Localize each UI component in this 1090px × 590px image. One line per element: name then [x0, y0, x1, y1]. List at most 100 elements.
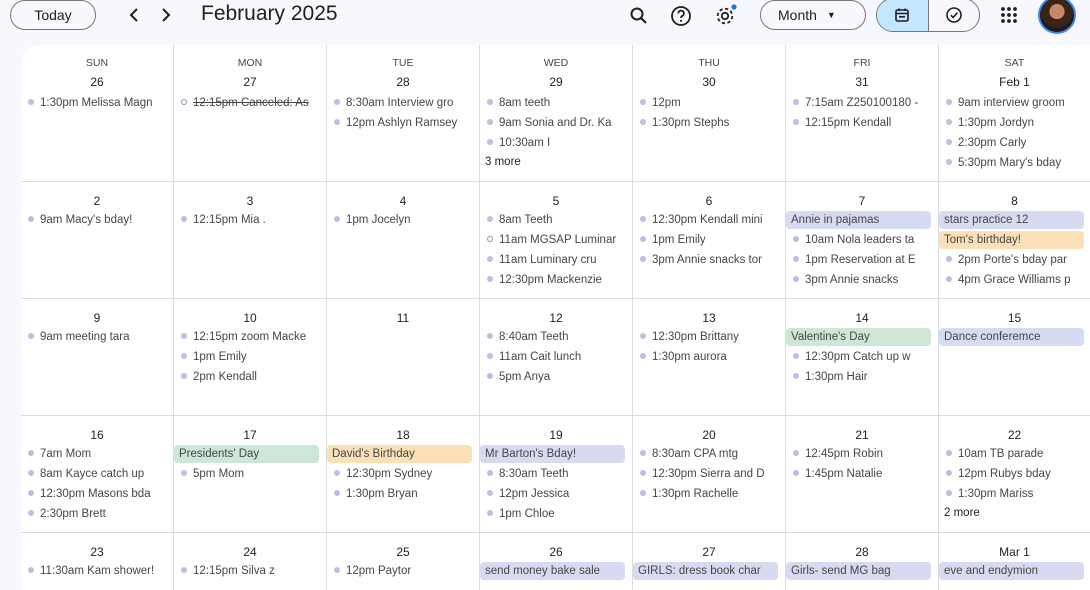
day-cell[interactable]: 6 12:30pm Kendall mini 1pm Emily 3pm Annie …	[633, 182, 786, 298]
day-cell[interactable]: 3 12:15pm Mia .	[174, 182, 327, 298]
day-cell[interactable]: FRI 31 7:15am Z250100180 - 12:15pm Kendall	[786, 45, 939, 181]
event-item[interactable]: 8am Kayce catch up	[26, 465, 169, 483]
day-number[interactable]: 5	[480, 194, 632, 208]
event-item[interactable]: 1pm Chloe	[485, 505, 628, 523]
event-item[interactable]: 9am interview groom	[944, 94, 1087, 112]
day-cell[interactable]: 2 9am Macy's bday!	[21, 182, 174, 298]
day-number[interactable]: 31	[786, 75, 938, 89]
all-day-event-chip[interactable]: Girls- send MG bag	[786, 562, 931, 580]
event-item[interactable]: 2:30pm Carly	[944, 134, 1087, 152]
more-events-link[interactable]: 2 more	[944, 507, 980, 519]
event-item[interactable]: 11am Luminary cru	[485, 251, 628, 269]
day-number[interactable]: 23	[21, 545, 173, 559]
day-number[interactable]: Mar 1	[939, 545, 1090, 559]
event-item[interactable]: 12pm Jessica	[485, 485, 628, 503]
event-item[interactable]: 12pm Rubys bday	[944, 465, 1087, 483]
event-item[interactable]: 2pm Porte's bday par	[944, 251, 1087, 269]
day-cell[interactable]: 25 12pm Paytor	[327, 533, 480, 590]
day-number[interactable]: 2	[21, 194, 173, 208]
tasks-icon[interactable]	[927, 0, 980, 31]
day-cell[interactable]: MON 27 12:15pm Canceled: As	[174, 45, 327, 181]
event-item[interactable]: 5pm Anya	[485, 368, 628, 386]
day-number[interactable]: 28	[786, 545, 938, 559]
day-cell[interactable]: SAT Feb 1 9am interview groom 1:30pm Jordyn…	[939, 45, 1090, 181]
event-item[interactable]: 12:30pm Kendall mini	[638, 211, 781, 229]
day-number[interactable]: 28	[327, 75, 479, 89]
event-item[interactable]: 8:40am Teeth	[485, 328, 628, 346]
event-item[interactable]: 1:30pm Melissa Magn	[26, 94, 169, 112]
event-item[interactable]: 5pm Mom	[179, 465, 322, 483]
day-number[interactable]: 13	[633, 311, 785, 325]
event-item[interactable]: 8am teeth	[485, 94, 628, 112]
event-item[interactable]: 5:30pm Mary's bday	[944, 154, 1087, 172]
day-number[interactable]: 27	[633, 545, 785, 559]
day-cell[interactable]: 22 10am TB parade 12pm Rubys bday 1:30pm Ma…	[939, 416, 1090, 532]
day-cell[interactable]: 20 8:30am CPA mtg 12:30pm Sierra and D 1:30…	[633, 416, 786, 532]
event-item[interactable]: 1pm Emily	[179, 348, 322, 366]
day-cell[interactable]: THU 30 12pm 1:30pm Stephs	[633, 45, 786, 181]
all-day-event-chip[interactable]: stars practice 12	[939, 211, 1084, 229]
all-day-event-chip[interactable]: Dance conferemce	[939, 328, 1084, 346]
settings-icon[interactable]	[712, 3, 738, 29]
search-icon[interactable]	[626, 3, 652, 29]
day-cell[interactable]: SUN 26 1:30pm Melissa Magn	[21, 45, 174, 181]
day-cell[interactable]: 27 GIRLS: dress book char	[633, 533, 786, 590]
day-number[interactable]: 19	[480, 428, 632, 442]
day-number[interactable]: 10	[174, 311, 326, 325]
day-cell[interactable]: 16 7am Mom 8am Kayce catch up 12:30pm Mason…	[21, 416, 174, 532]
day-cell[interactable]: 26 send money bake sale	[480, 533, 633, 590]
chevron-right-icon[interactable]	[154, 2, 178, 28]
event-item[interactable]: 1:30pm aurora	[638, 348, 781, 366]
today-button[interactable]: Today	[10, 0, 96, 30]
event-item[interactable]: 1:45pm Natalie	[791, 465, 934, 483]
calendar-view-icon[interactable]	[877, 0, 928, 31]
event-item[interactable]: 1pm Emily	[638, 231, 781, 249]
day-cell[interactable]: WED 29 8am teeth 9am Sonia and Dr. Ka 10:30a…	[480, 45, 633, 181]
event-item[interactable]: 12pm Paytor	[332, 562, 475, 580]
event-item[interactable]: 8:30am Interview gro	[332, 94, 475, 112]
event-item[interactable]: 3pm Annie snacks tor	[638, 251, 781, 269]
event-item[interactable]: 9am meeting tara	[26, 328, 169, 346]
day-number[interactable]: 8	[939, 194, 1090, 208]
event-item[interactable]: 1pm Reservation at E	[791, 251, 934, 269]
day-number[interactable]: 14	[786, 311, 938, 325]
event-item[interactable]: 8:30am Teeth	[485, 465, 628, 483]
all-day-event-chip[interactable]: eve and endymion	[939, 562, 1084, 580]
event-item[interactable]: 1:30pm Rachelle	[638, 485, 781, 503]
day-cell[interactable]: 18 David's Birthday 12:30pm Sydney 1:30pm B…	[327, 416, 480, 532]
day-cell[interactable]: 21 12:45pm Robin 1:45pm Natalie	[786, 416, 939, 532]
event-item[interactable]: 11am Cait lunch	[485, 348, 628, 366]
event-item[interactable]: 12:30pm Brittany	[638, 328, 781, 346]
event-item[interactable]: 12:30pm Catch up w	[791, 348, 934, 366]
day-number[interactable]: 22	[939, 428, 1090, 442]
more-events-link[interactable]: 3 more	[485, 156, 521, 168]
day-number[interactable]: 29	[480, 75, 632, 89]
event-item[interactable]: 9am Sonia and Dr. Ka	[485, 114, 628, 132]
event-item[interactable]: 8:30am CPA mtg	[638, 445, 781, 463]
event-item[interactable]: 12:15pm zoom Macke	[179, 328, 322, 346]
event-item[interactable]: 12pm	[638, 94, 781, 112]
event-item[interactable]: 1:30pm Jordyn	[944, 114, 1087, 132]
event-item[interactable]: 7:15am Z250100180 -	[791, 94, 934, 112]
day-cell[interactable]: Mar 1 eve and endymion	[939, 533, 1090, 590]
event-item[interactable]: 1:30pm Bryan	[332, 485, 475, 503]
all-day-event-chip[interactable]: Valentine's Day	[786, 328, 931, 346]
day-cell[interactable]: TUE 28 8:30am Interview gro 12pm Ashlyn Ram…	[327, 45, 480, 181]
day-number[interactable]: 18	[327, 428, 479, 442]
event-item[interactable]: 11am MGSAP Luminar	[485, 231, 628, 249]
day-number[interactable]: 15	[939, 311, 1090, 325]
event-item[interactable]: 8am Teeth	[485, 211, 628, 229]
day-number[interactable]: 21	[786, 428, 938, 442]
day-cell[interactable]: 9 9am meeting tara	[21, 299, 174, 415]
event-item[interactable]: 10am TB parade	[944, 445, 1087, 463]
day-number[interactable]: 26	[21, 75, 173, 89]
day-cell[interactable]: 17 Presidents' Day 5pm Mom	[174, 416, 327, 532]
all-day-event-chip[interactable]: GIRLS: dress book char	[633, 562, 778, 580]
day-number[interactable]: 12	[480, 311, 632, 325]
event-item[interactable]: 12:45pm Robin	[791, 445, 934, 463]
all-day-event-chip[interactable]: Mr Barton's Bday!	[480, 445, 625, 463]
view-select[interactable]: Month ▼	[760, 0, 866, 30]
day-cell[interactable]: 11	[327, 299, 480, 415]
day-cell[interactable]: 23 11:30am Kam shower!	[21, 533, 174, 590]
day-number[interactable]: 24	[174, 545, 326, 559]
